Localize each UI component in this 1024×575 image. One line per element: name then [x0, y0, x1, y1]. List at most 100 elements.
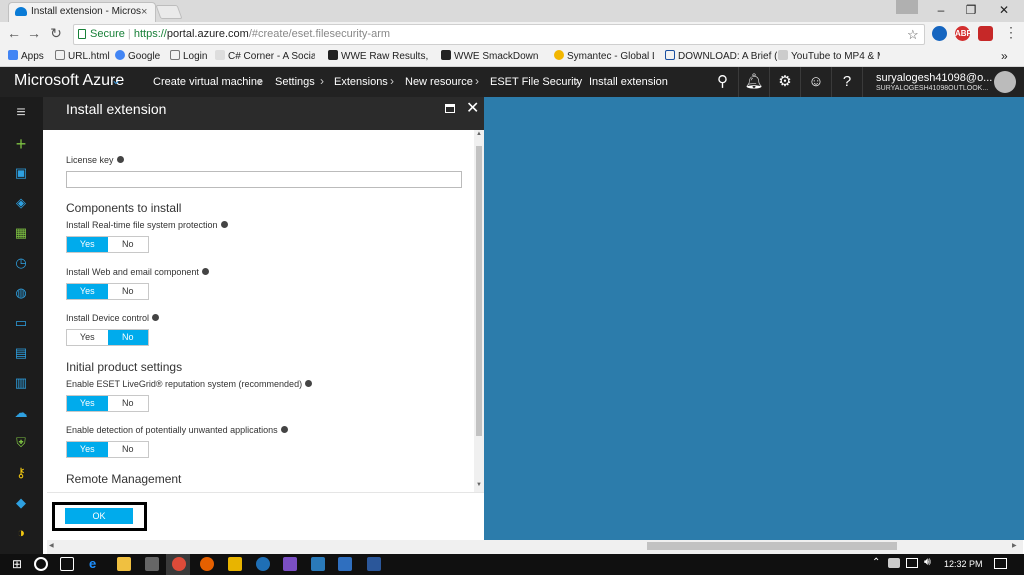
bookmark-url-html[interactable]: URL.html — [55, 50, 110, 62]
profile-icon[interactable] — [896, 0, 918, 14]
breadcrumb-install-extension[interactable]: Install extension — [589, 76, 668, 88]
hamburger-menu-icon[interactable]: ≡ — [12, 104, 30, 122]
no-option[interactable]: No — [108, 237, 149, 252]
maximize-icon[interactable] — [445, 104, 455, 113]
restore-button[interactable]: ❐ — [955, 0, 987, 22]
menu-kebab-icon[interactable]: ⋮ — [1002, 24, 1020, 41]
notifications-icon[interactable] — [994, 558, 1007, 569]
bookmark-login[interactable]: Login — [170, 50, 207, 62]
windows-start-icon[interactable]: ⊞ — [12, 557, 26, 571]
pua-detection-toggle[interactable]: Yes No — [66, 441, 149, 458]
volume-icon[interactable]: 🔊︎ — [924, 556, 931, 569]
user-name[interactable]: suryalogesh41098@o... — [876, 72, 992, 84]
sql-database-icon[interactable]: ▥ — [12, 374, 30, 392]
info-icon[interactable] — [280, 426, 288, 433]
blade-scroll-thumb[interactable] — [476, 146, 482, 436]
no-option[interactable]: No — [108, 284, 149, 299]
smiley-icon[interactable]: ☺ — [800, 67, 831, 97]
breadcrumb-settings[interactable]: Settings — [275, 76, 315, 88]
security-shield-icon[interactable]: ⛨ — [12, 434, 30, 452]
realtime-protection-toggle[interactable]: Yes No — [66, 236, 149, 253]
bookmark-wwe-smackdown[interactable]: WWE SmackDown LIV — [441, 50, 541, 62]
battery-icon[interactable] — [906, 558, 918, 568]
ok-button[interactable]: OK — [65, 508, 133, 524]
search-icon[interactable]: ⚲ — [707, 67, 738, 97]
store-icon[interactable] — [145, 557, 159, 571]
back-icon[interactable]: ← — [5, 25, 23, 41]
scroll-left-arrow-icon[interactable]: ◀ — [49, 542, 54, 549]
bookmark-google[interactable]: Google — [115, 50, 160, 62]
bookmark-apps[interactable]: Apps — [8, 50, 44, 62]
info-icon[interactable] — [220, 221, 228, 228]
virtual-machine-icon[interactable]: ▭ — [12, 314, 30, 332]
livegrid-toggle[interactable]: Yes No — [66, 395, 149, 412]
cloud-services-icon[interactable]: ☁ — [12, 404, 30, 422]
reload-icon[interactable]: ↻ — [47, 25, 65, 42]
no-option[interactable]: No — [107, 330, 148, 345]
monitor-icon[interactable]: ▤ — [12, 344, 30, 362]
app-icon[interactable] — [311, 557, 325, 571]
globe-app-services-icon[interactable]: ◍ — [12, 284, 30, 302]
taskbar-clock[interactable]: 12:32 PM — [944, 559, 983, 569]
scroll-right-arrow-icon[interactable]: ▶ — [1012, 542, 1017, 549]
device-control-toggle[interactable]: Yes No — [66, 329, 149, 346]
tray-chevron-up-icon[interactable]: ⌃ — [872, 557, 880, 568]
cost-management-icon[interactable]: ◑ — [12, 524, 30, 542]
visual-studio-icon[interactable] — [283, 557, 297, 571]
plus-new-icon[interactable]: + — [12, 135, 30, 153]
all-resources-grid-icon[interactable]: ▦ — [12, 224, 30, 242]
breadcrumb-create-vm[interactable]: Create virtual machine — [153, 76, 263, 88]
breadcrumb-extensions[interactable]: Extensions — [334, 76, 388, 88]
shield-extension-icon[interactable] — [978, 26, 993, 41]
breadcrumb-new-resource[interactable]: New resource — [405, 76, 473, 88]
tab-close-icon[interactable]: × — [141, 3, 147, 21]
minimize-button[interactable]: – — [925, 0, 957, 22]
yes-option[interactable]: Yes — [67, 442, 108, 457]
yes-option[interactable]: Yes — [67, 396, 108, 411]
window-close-button[interactable]: ✕ — [988, 0, 1020, 22]
more-bookmarks-icon[interactable]: » — [1001, 49, 1008, 63]
bookmark-symantec[interactable]: Symantec - Global Lea — [554, 50, 654, 62]
file-explorer-icon[interactable] — [117, 557, 131, 571]
chevron-down-icon[interactable]: ⌄ — [111, 73, 121, 87]
extension-globe-icon[interactable] — [932, 26, 947, 41]
edge-icon[interactable]: e — [89, 557, 103, 571]
address-bar[interactable]: Secure | https://portal.azure.com/#creat… — [73, 24, 925, 45]
forward-icon[interactable]: → — [25, 25, 43, 41]
app-icon[interactable] — [256, 557, 270, 571]
web-email-toggle[interactable]: Yes No — [66, 283, 149, 300]
user-email[interactable]: SURYALOGESH41098OUTLOOK... — [876, 85, 988, 92]
new-tab-button[interactable] — [155, 5, 183, 19]
cortana-icon[interactable] — [34, 557, 48, 571]
avatar[interactable] — [994, 71, 1016, 93]
bookmark-youtube-mp4[interactable]: YouTube to MP4 & M — [778, 50, 880, 62]
scroll-up-arrow-icon[interactable]: ▲ — [476, 131, 482, 137]
bookmark-download[interactable]: DOWNLOAD: A Brief ( — [665, 50, 777, 62]
no-option[interactable]: No — [108, 442, 149, 457]
info-icon[interactable] — [201, 268, 209, 275]
info-icon[interactable] — [305, 380, 313, 387]
bookmark-csharp-corner[interactable]: C# Corner - A Social ( — [215, 50, 315, 62]
task-view-icon[interactable] — [60, 557, 74, 571]
app-icon[interactable] — [228, 557, 242, 571]
diamond-icon[interactable]: ◆ — [12, 494, 30, 512]
bell-icon[interactable]: 🔔︎ — [738, 67, 769, 97]
license-key-input[interactable] — [66, 171, 462, 188]
bookmark-wwe-raw[interactable]: WWE Raw Results, Ne — [328, 50, 428, 62]
info-icon[interactable] — [152, 314, 160, 321]
chrome-icon[interactable] — [172, 557, 186, 571]
clock-recent-icon[interactable]: ◷ — [12, 254, 30, 272]
cube-resource-icon[interactable]: ◈ — [12, 194, 30, 212]
app-icon[interactable] — [338, 557, 352, 571]
bookmark-star-icon[interactable]: ☆ — [907, 25, 919, 44]
gear-icon[interactable]: ⚙ — [769, 67, 800, 97]
horizontal-scroll-thumb[interactable] — [647, 542, 897, 550]
breadcrumb-eset[interactable]: ESET File Security — [490, 76, 582, 88]
firefox-icon[interactable] — [200, 557, 214, 571]
azure-brand[interactable]: Microsoft Azure — [14, 72, 124, 90]
adblock-icon[interactable]: ABP — [955, 26, 972, 41]
key-icon[interactable]: ⚷ — [12, 464, 30, 482]
tray-app-icon[interactable] — [888, 558, 900, 568]
dashboard-icon[interactable]: ▣ — [12, 164, 30, 182]
yes-option[interactable]: Yes — [67, 330, 108, 345]
